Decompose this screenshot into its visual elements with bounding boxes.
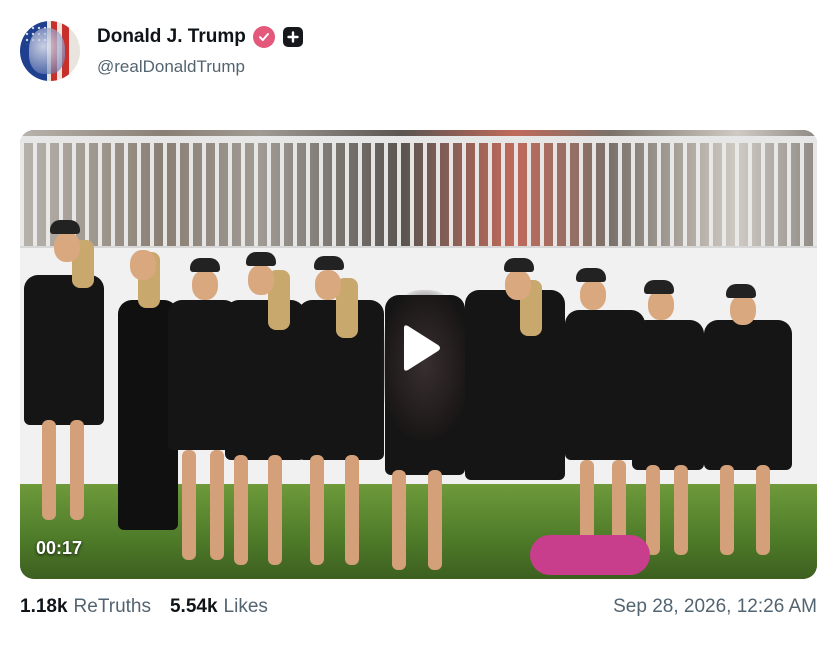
retruths-label[interactable]: ReTruths: [74, 596, 151, 618]
thumbnail-leg: [210, 450, 224, 560]
retruths-count[interactable]: 1.18k: [20, 596, 68, 618]
thumbnail-head: [505, 270, 531, 300]
likes-count[interactable]: 5.54k: [170, 596, 218, 618]
thumbnail-leg: [674, 465, 688, 555]
video-player[interactable]: 00:17: [20, 130, 817, 579]
thumbnail-rail-top: [20, 136, 817, 143]
thumbnail-leg: [42, 420, 56, 520]
thumbnail-leg: [268, 455, 282, 565]
thumbnail-figure: [704, 320, 792, 470]
thumbnail-figure: [24, 275, 104, 425]
thumbnail-hat: [50, 220, 80, 234]
name-row: Donald J. Trump: [97, 25, 303, 49]
thumbnail-hat: [576, 268, 606, 282]
thumbnail-pink-shirt: [530, 535, 650, 575]
post-header: Donald J. Trump @realDonaldTrump: [20, 20, 303, 82]
thumbnail-leg: [720, 465, 734, 555]
thumbnail-leg: [428, 470, 442, 570]
thumbnail-hat: [314, 256, 344, 270]
thumbnail-leg: [234, 455, 248, 565]
play-icon: [404, 325, 440, 371]
author-display-name[interactable]: Donald J. Trump: [97, 26, 246, 48]
thumbnail-leg: [646, 465, 660, 555]
thumbnail-head: [54, 232, 80, 262]
thumbnail-hat: [726, 284, 756, 298]
post-timestamp[interactable]: Sep 28, 2026, 12:26 AM: [613, 596, 817, 618]
play-button[interactable]: [398, 324, 442, 372]
thumbnail-head: [730, 295, 756, 325]
author-handle[interactable]: @realDonaldTrump: [97, 57, 303, 77]
thumbnail-head: [248, 265, 274, 295]
thumbnail-figure: [632, 320, 704, 470]
thumbnail-leg: [345, 455, 359, 565]
video-duration: 00:17: [36, 538, 83, 558]
thumbnail-head: [648, 290, 674, 320]
thumbnail-hat: [644, 280, 674, 294]
thumbnail-hat: [246, 252, 276, 266]
thumbnail-hat: [504, 258, 534, 272]
avatar-face: [29, 28, 65, 74]
plus-badge-icon: [282, 27, 303, 47]
thumbnail-leg: [70, 420, 84, 520]
avatar[interactable]: [20, 21, 80, 81]
thumbnail-leg: [182, 450, 196, 560]
thumbnail-leg: [310, 455, 324, 565]
thumbnail-head: [315, 270, 341, 300]
thumbnail-head: [130, 250, 156, 280]
thumbnail-hat: [190, 258, 220, 272]
thumbnail-figure: [465, 290, 565, 480]
likes-label[interactable]: Likes: [224, 596, 268, 618]
thumbnail-railing: [20, 136, 817, 256]
post-stats: 1.18k ReTruths 5.54k Likes: [20, 596, 268, 618]
thumbnail-leg: [392, 470, 406, 570]
thumbnail-leg: [756, 465, 770, 555]
verified-badge-icon: [252, 26, 275, 48]
thumbnail-head: [192, 270, 218, 300]
author-info: Donald J. Trump @realDonaldTrump: [97, 25, 303, 77]
thumbnail-head: [580, 280, 606, 310]
thumbnail-figure: [225, 300, 305, 460]
